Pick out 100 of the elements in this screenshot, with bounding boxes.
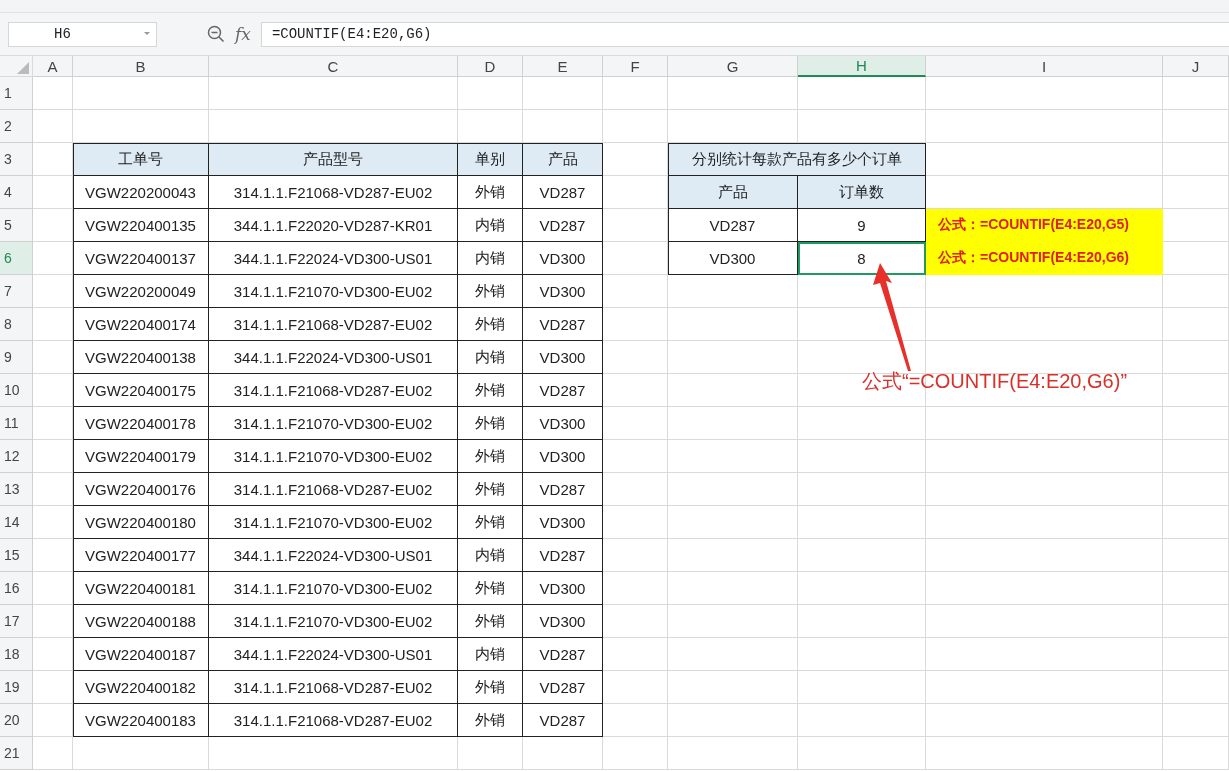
table-cell: 344.1.1.F22024-VD300-US01 xyxy=(209,341,458,374)
row-header[interactable]: 13 xyxy=(0,473,33,506)
table-cell: VD300 xyxy=(523,341,603,374)
column-header[interactable]: I xyxy=(926,56,1163,77)
table-cell: 314.1.1.F21068-VD287-EU02 xyxy=(209,473,458,506)
row-header[interactable]: 21 xyxy=(0,737,33,770)
column-header[interactable]: D xyxy=(458,56,523,77)
table-cell: VD300 xyxy=(523,242,603,275)
row-header[interactable]: 14 xyxy=(0,506,33,539)
table-cell: 314.1.1.F21070-VD300-EU02 xyxy=(209,572,458,605)
table-cell: 外销 xyxy=(458,308,523,341)
table-cell: 344.1.1.F22024-VD300-US01 xyxy=(209,242,458,275)
table-cell: 外销 xyxy=(458,605,523,638)
table-cell: 314.1.1.F21068-VD287-EU02 xyxy=(209,704,458,737)
table-cell: VGW220400183 xyxy=(73,704,209,737)
table-cell: VGW220400179 xyxy=(73,440,209,473)
table-cell: 314.1.1.F21068-VD287-EU02 xyxy=(209,671,458,704)
annotation-text: 公式“=COUNTIF(E4:E20,G6)” xyxy=(862,369,1128,394)
table-title: 分别统计每款产品有多少个订单 xyxy=(668,143,926,176)
row-header[interactable]: 2 xyxy=(0,110,33,143)
row-header[interactable]: 6 xyxy=(0,242,33,275)
table-cell: 外销 xyxy=(458,473,523,506)
column-header[interactable]: J xyxy=(1163,56,1229,77)
column-header[interactable]: H xyxy=(798,56,926,77)
name-box[interactable]: H6 xyxy=(8,21,157,47)
table-cell: VGW220400180 xyxy=(73,506,209,539)
row-header[interactable]: 10 xyxy=(0,374,33,407)
table-cell: VGW220400182 xyxy=(73,671,209,704)
table-cell: 8 xyxy=(798,242,926,275)
table-cell: VD287 xyxy=(523,308,603,341)
table-cell: 314.1.1.F21068-VD287-EU02 xyxy=(209,374,458,407)
table-cell: 内销 xyxy=(458,638,523,671)
table-cell: VGW220400178 xyxy=(73,407,209,440)
table-cell: VGW220400138 xyxy=(73,341,209,374)
column-heading: 工单号 xyxy=(73,143,209,176)
column-heading: 订单数 xyxy=(798,176,926,209)
table-cell: VGW220400177 xyxy=(73,539,209,572)
table-cell: VGW220400176 xyxy=(73,473,209,506)
column-header[interactable]: B xyxy=(73,56,209,77)
column-header[interactable]: G xyxy=(668,56,798,77)
table-cell: VGW220400174 xyxy=(73,308,209,341)
table-cell: VGW220400188 xyxy=(73,605,209,638)
row-header[interactable]: 4 xyxy=(0,176,33,209)
table-cell: 内销 xyxy=(458,242,523,275)
table-cell: VD287 xyxy=(523,704,603,737)
row-header[interactable]: 20 xyxy=(0,704,33,737)
table-cell: VD300 xyxy=(668,242,798,275)
table-cell: VD287 xyxy=(523,209,603,242)
table-cell: VD300 xyxy=(523,605,603,638)
table-cell: VGW220400137 xyxy=(73,242,209,275)
table-cell: VGW220400181 xyxy=(73,572,209,605)
row-header[interactable]: 17 xyxy=(0,605,33,638)
row-header[interactable]: 1 xyxy=(0,77,33,110)
table-cell: VD300 xyxy=(523,407,603,440)
table-cell: 314.1.1.F21070-VD300-EU02 xyxy=(209,605,458,638)
table-cell: VD287 xyxy=(523,176,603,209)
table-cell: 314.1.1.F21070-VD300-EU02 xyxy=(209,275,458,308)
row-header[interactable]: 19 xyxy=(0,671,33,704)
table-cell: 外销 xyxy=(458,506,523,539)
table-cell: VGW220400175 xyxy=(73,374,209,407)
table-cell: VGW220200049 xyxy=(73,275,209,308)
table-cell: VGW220400187 xyxy=(73,638,209,671)
column-header[interactable]: F xyxy=(603,56,668,77)
table-cell: VD300 xyxy=(523,440,603,473)
row-header[interactable]: 15 xyxy=(0,539,33,572)
table-cell: VGW220400135 xyxy=(73,209,209,242)
table-cell: VD287 xyxy=(523,671,603,704)
table-cell: 344.1.1.F22024-VD300-US01 xyxy=(209,539,458,572)
formula-note: 公式：=COUNTIF(E4:E20,G6) xyxy=(926,242,1163,275)
table-cell: 314.1.1.F21070-VD300-EU02 xyxy=(209,440,458,473)
table-cell: 314.1.1.F21068-VD287-EU02 xyxy=(209,176,458,209)
function-icon[interactable]: fx xyxy=(233,24,253,44)
row-header[interactable]: 3 xyxy=(0,143,33,176)
row-header[interactable]: 18 xyxy=(0,638,33,671)
table-cell: 外销 xyxy=(458,176,523,209)
table-cell: 外销 xyxy=(458,572,523,605)
table-cell: 314.1.1.F21070-VD300-EU02 xyxy=(209,506,458,539)
column-header[interactable]: C xyxy=(209,56,458,77)
row-header[interactable]: 12 xyxy=(0,440,33,473)
table-cell: 内销 xyxy=(458,209,523,242)
table-cell: 外销 xyxy=(458,440,523,473)
formula-field[interactable]: =COUNTIF(E4:E20,G6) xyxy=(260,21,1229,47)
row-header[interactable]: 7 xyxy=(0,275,33,308)
row-header[interactable]: 16 xyxy=(0,572,33,605)
column-heading: 产品 xyxy=(523,143,603,176)
column-heading: 单别 xyxy=(458,143,523,176)
table-cell: 外销 xyxy=(458,407,523,440)
row-header[interactable]: 5 xyxy=(0,209,33,242)
column-heading: 产品型号 xyxy=(209,143,458,176)
table-cell: 内销 xyxy=(458,539,523,572)
column-heading: 产品 xyxy=(668,176,798,209)
row-header[interactable]: 11 xyxy=(0,407,33,440)
row-header[interactable]: 8 xyxy=(0,308,33,341)
table-cell: 外销 xyxy=(458,671,523,704)
zoom-icon[interactable] xyxy=(207,25,225,43)
row-header[interactable]: 9 xyxy=(0,341,33,374)
formula-note: 公式：=COUNTIF(E4:E20,G5) xyxy=(926,209,1163,242)
column-header[interactable]: A xyxy=(33,56,73,77)
table-cell: 外销 xyxy=(458,275,523,308)
column-header[interactable]: E xyxy=(523,56,603,77)
